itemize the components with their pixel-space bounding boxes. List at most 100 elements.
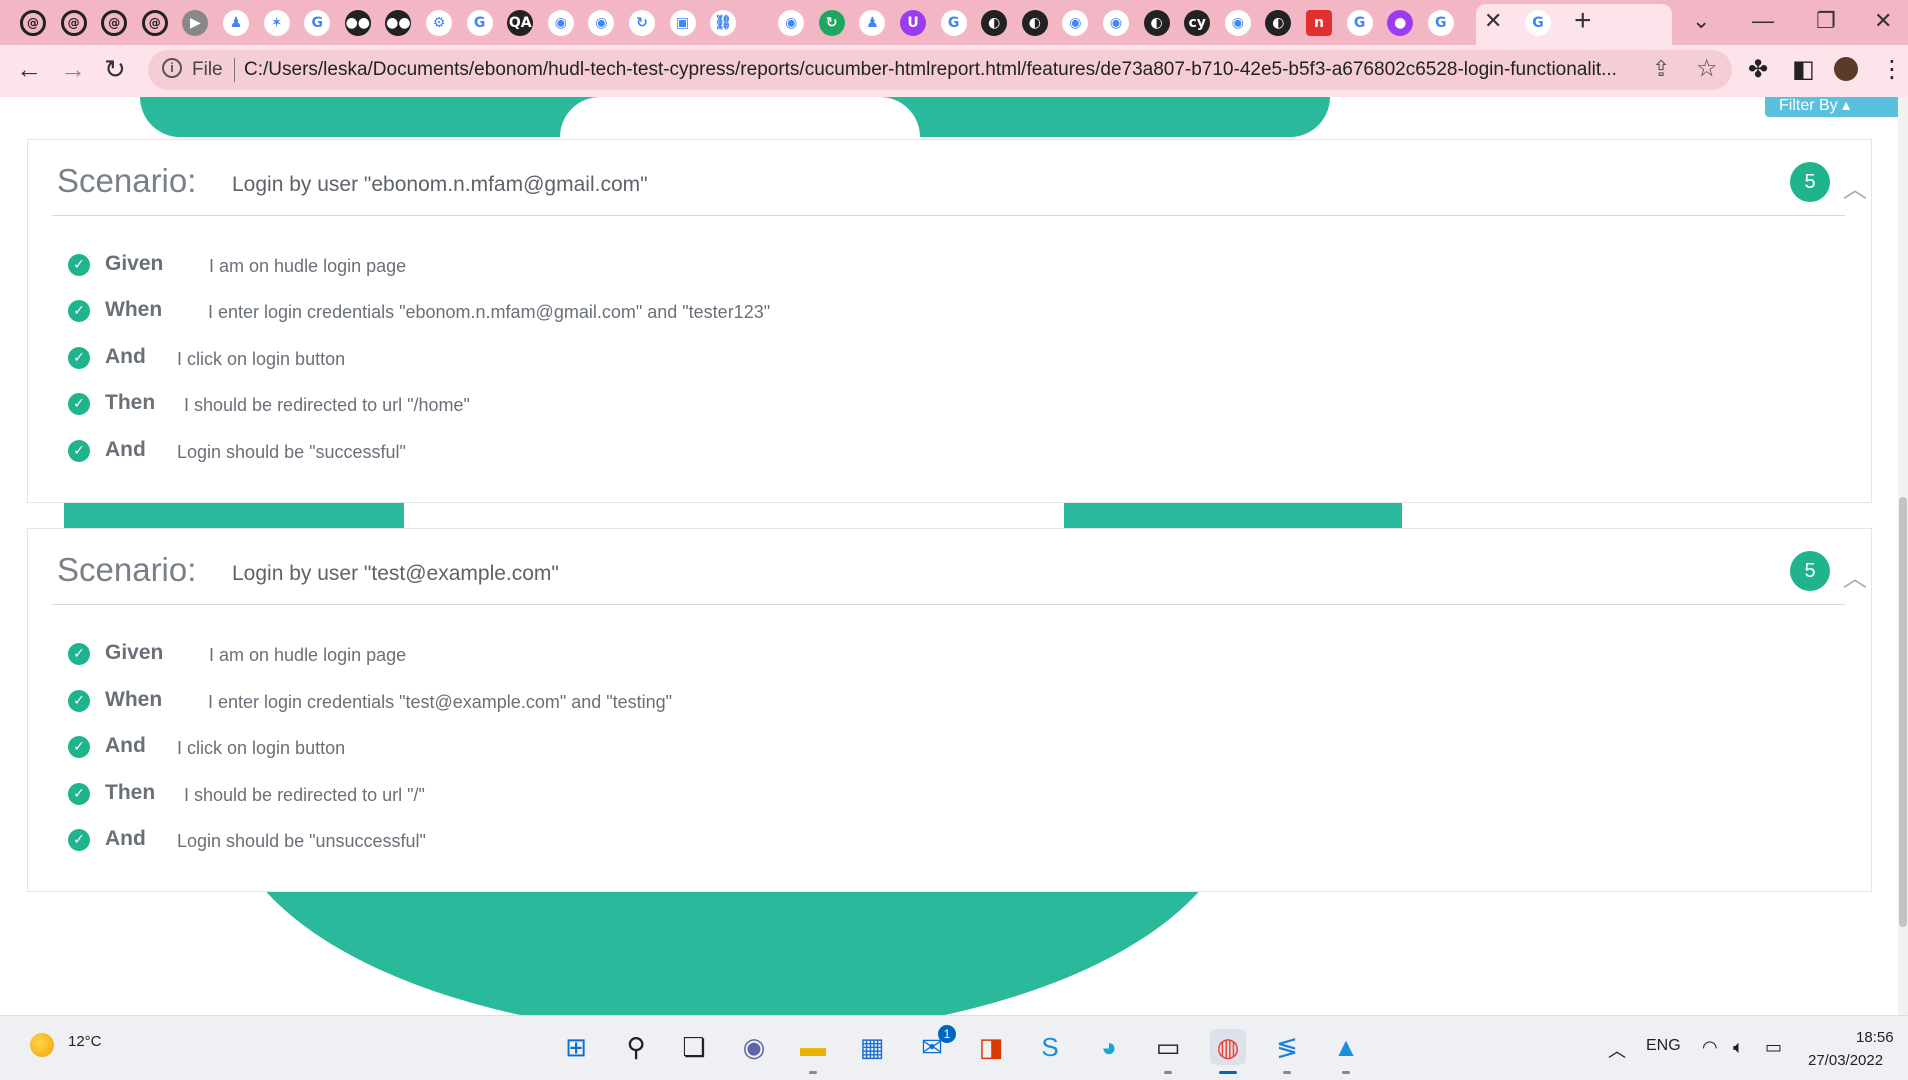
step-text: I should be redirected to url "/home" [184,395,470,415]
at-icon[interactable]: @ [141,10,168,36]
qa-icon[interactable]: QA [507,10,534,36]
reload-button[interactable]: ↻ [104,54,126,85]
search-icon[interactable]: ⚲ [618,1029,654,1065]
google-icon[interactable]: G [466,10,493,36]
close-window-icon[interactable]: ✕ [1874,8,1892,34]
github-icon[interactable]: ◉ [547,10,574,36]
language-indicator[interactable]: ENG [1646,1037,1681,1055]
background-arc [560,97,920,137]
link-icon[interactable]: ⛓ [710,10,737,36]
background-divider [731,97,734,117]
extensions-puzzle-icon[interactable]: ✤ [1748,55,1768,84]
purple-circle-icon[interactable]: ● [1387,10,1414,36]
collapse-chevron-icon[interactable]: ︿ [1843,558,1867,593]
show-hidden-icons-chevron-icon[interactable]: ︿ [1608,1037,1626,1063]
url-text[interactable]: C:/Users/leska/Documents/ebonom/hudl-tec… [244,59,1674,81]
microsoft-store-icon[interactable]: ▦ [854,1029,890,1065]
at-icon[interactable]: @ [101,10,128,36]
cypress-icon[interactable]: ◐ [981,10,1008,36]
cypress-icon[interactable]: ◐ [1265,10,1292,36]
share-icon[interactable]: ⇪ [1652,56,1670,82]
back-button[interactable]: ← [16,54,42,85]
passed-check-icon: ✓ [68,643,90,665]
page-scrollbar[interactable] [1898,97,1908,1015]
vscode-icon[interactable]: ≶ [1269,1029,1305,1065]
medium-icon[interactable]: ●● [385,10,412,36]
clock-time[interactable]: 18:56 [1856,1029,1894,1046]
step-keyword: And [105,345,146,368]
step-keyword: Then [105,391,156,414]
close-tab-icon[interactable]: ✕ [1484,8,1502,34]
refresh-icon[interactable]: ↻ [629,10,655,36]
gear-icon[interactable]: ⚙ [426,10,452,36]
figure-icon[interactable]: ♟ [223,10,249,36]
crab-icon[interactable]: ✶ [263,10,290,36]
address-bar[interactable]: i File C:/Users/leska/Documents/ebonom/h… [148,50,1732,90]
github-icon[interactable]: ◉ [588,10,615,36]
github-icon[interactable]: ◉ [1224,10,1251,36]
sun-weather-icon[interactable] [30,1033,54,1057]
clock-date[interactable]: 27/03/2022 [1808,1052,1883,1069]
teams-chat-icon[interactable]: ◉ [736,1029,772,1065]
minimize-icon[interactable]: — [1752,8,1774,34]
step-keyword: Given [105,252,164,275]
terminal-icon[interactable]: ▭ [1150,1029,1186,1065]
tab-search-chevron-icon[interactable]: ⌄ [1692,8,1710,34]
mail-icon[interactable]: ✉ 1 [914,1025,956,1065]
step-keyword: Then [105,781,156,804]
github-icon[interactable]: ◉ [1103,10,1129,36]
cy-icon[interactable]: cy [1184,10,1211,36]
github-icon[interactable]: ◉ [778,10,805,36]
photos-icon[interactable]: ▲ [1328,1029,1364,1065]
profile-avatar[interactable] [1832,55,1860,83]
new-tab-button[interactable]: + [1574,4,1592,38]
step-text: I enter login credentials "ebonom.n.mfam… [208,302,771,322]
step-keyword: And [105,827,146,850]
google-icon[interactable]: G [1346,10,1373,36]
side-panel-icon[interactable]: ◧ [1792,55,1815,84]
purple-u-icon[interactable]: U [900,10,926,36]
weather-temperature[interactable]: 12°C [68,1033,102,1050]
file-explorer-icon[interactable]: ▬ [795,1029,831,1065]
scenario-title: Login by user "test@example.com" [232,562,559,585]
medium-icon[interactable]: ●● [344,10,371,36]
forward-button[interactable]: → [60,54,86,85]
scenario-header[interactable]: Scenario: Login by user "test@example.co… [52,529,1867,605]
red-n-icon[interactable]: n [1306,10,1332,36]
step-text: Login should be "successful" [177,442,406,462]
google-icon[interactable]: G [304,10,331,36]
scrollbar-thumb[interactable] [1899,497,1907,927]
at-icon[interactable]: @ [20,10,46,36]
play-icon[interactable]: ▶ [182,10,209,36]
green-refresh-icon[interactable]: ↻ [818,10,845,36]
filter-by-button[interactable]: Filter By ▴ [1765,97,1905,117]
wifi-icon[interactable]: ◠ [1702,1037,1718,1058]
step-text: I am on hudle login page [209,645,407,665]
edge-icon[interactable]: ◕ [1091,1029,1127,1065]
sway-icon[interactable]: S [1032,1029,1068,1065]
url-separator [234,58,235,82]
task-view-icon[interactable]: ❏ [676,1029,712,1065]
scenario-title: Login by user "ebonom.n.mfam@gmail.com" [232,173,648,196]
cypress-icon[interactable]: ◐ [1143,10,1170,36]
menu-kebab-icon[interactable]: ⋮ [1880,55,1904,84]
at-icon[interactable]: @ [60,10,87,36]
chrome-icon[interactable]: ◍ [1210,1029,1246,1065]
restore-icon[interactable]: ❐ [1816,8,1836,34]
github-icon[interactable]: ◉ [1062,10,1089,36]
bookmark-star-icon[interactable]: ☆ [1696,54,1718,83]
windows-start-icon[interactable]: ⊞ [558,1029,594,1065]
windows-taskbar: 12°C ⊞ ⚲ ❏ ◉ ▬ ▦ ✉ 1 ◨ S ◕ ▭ ◍ ≶ ▲ ︿ ENG … [0,1015,1908,1080]
info-icon[interactable]: i [162,58,182,78]
battery-icon[interactable]: ▭ [1765,1037,1782,1058]
figure-icon[interactable]: ♟ [859,10,886,36]
chip-icon[interactable]: ▣ [669,10,696,36]
cypress-icon[interactable]: ◐ [1021,10,1048,36]
google-icon[interactable]: G [940,10,967,36]
google-icon[interactable]: G [1427,10,1454,36]
collapse-chevron-icon[interactable]: ︿ [1843,169,1867,204]
office-icon[interactable]: ◨ [973,1029,1009,1065]
scenario-keyword: Scenario: [57,551,197,588]
scenario-header[interactable]: Scenario: Login by user "ebonom.n.mfam@g… [52,140,1867,216]
volume-icon[interactable]: 🔈︎ [1733,1037,1744,1058]
